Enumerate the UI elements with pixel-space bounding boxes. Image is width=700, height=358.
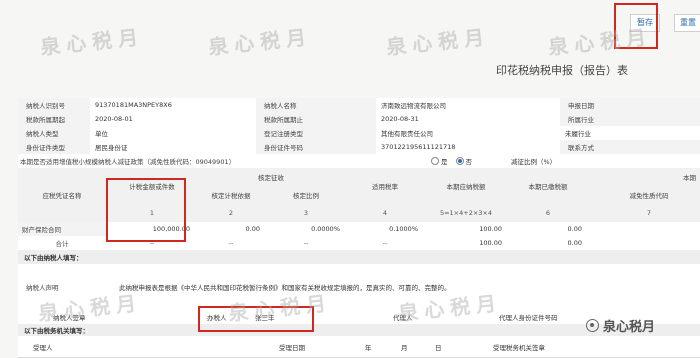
header-row-5: 本期是否适用增值税小规模纳税人减征政策（减免性质代码：09049901） 是 否… xyxy=(18,154,700,169)
period-start-value: 2020-08-01 xyxy=(95,115,133,123)
header-row-4: 身份证件类型 居民身份证 身份证件号码 370122195611121718 联… xyxy=(18,140,700,155)
col-voucher-name: 应税凭证名称 xyxy=(18,168,106,222)
header-row-2: 税款所属期起 2020-08-01 税款所属期止 2020-08-31 所属行业 xyxy=(18,112,700,127)
tax-office-row: 受理人 受理日期 年 月 日 受理税务机关签章 xyxy=(18,336,700,358)
reg-type-label: 登记注册类型 xyxy=(256,126,376,140)
total-rate: -- xyxy=(382,239,388,247)
period-end-value: 2020-08-31 xyxy=(381,115,419,123)
row-name: 财产保险合同 xyxy=(18,222,106,236)
contact-label: 联系方式 xyxy=(560,140,700,154)
col-num-3: 3 xyxy=(303,209,309,217)
col-assessed-basis: 核定计税依据 xyxy=(196,186,266,204)
watermark: 泉心税月 xyxy=(207,24,314,60)
header-row-3: 纳税人类型 单位 登记注册类型 其他有限责任公司 未履行业 xyxy=(18,126,700,141)
id-no-label: 身份证件号码 xyxy=(256,140,376,154)
wechat-icon xyxy=(586,319,599,332)
total-paid: 0.00 xyxy=(567,239,582,247)
header-row-1: 纳税人识别号 91370181MA3NPEY8X6 纳税人名称 济南致远物流有限… xyxy=(18,98,700,113)
report-date-label: 申报日期 xyxy=(560,98,700,112)
yes-label: 是 xyxy=(441,158,448,166)
col-num-7: 7 xyxy=(646,209,652,217)
col-num-6: 6 xyxy=(545,209,551,217)
highlight-taxable-amount-column xyxy=(106,178,186,242)
taxpayer-name-label: 纳税人名称 xyxy=(256,98,376,112)
reg-type-value: 其他有限责任公司 xyxy=(381,130,433,138)
month-label: 月 xyxy=(401,343,408,352)
taxpayer-type-value: 单位 xyxy=(95,130,108,138)
col-assessed: 核定征收 xyxy=(196,168,346,186)
no-label: 否 xyxy=(465,158,473,166)
assessed-ratio-value: 0.0000% xyxy=(311,225,340,233)
id-type-label: 身份证件类型 xyxy=(18,140,90,154)
year-label: 年 xyxy=(365,343,372,352)
small-scale-choice: 是 否 xyxy=(418,154,498,168)
col-num-4: 4 xyxy=(382,209,388,217)
radio-yes[interactable] xyxy=(431,157,439,165)
col-tax-payable: 本期应纳税额 xyxy=(424,168,508,204)
total-label: 合计 xyxy=(55,240,69,248)
id-type-value: 居民身份证 xyxy=(95,144,128,152)
col-num-5: 5=1×4+2×3×4 xyxy=(439,209,493,217)
period-end-label: 税款所属期止 xyxy=(256,112,376,126)
tax-payable-value: 100.00 xyxy=(479,225,502,233)
small-scale-label: 本期是否适用增值税小规模纳税人减征政策（减免性质代码：09049901） xyxy=(18,154,418,168)
assessed-basis-value[interactable]: 0.00 xyxy=(196,222,266,236)
watermark: 泉心税月 xyxy=(547,24,654,60)
taxpayer-name-value: 济南致远物流有限公司 xyxy=(381,102,446,110)
brand-name: 泉心税月 xyxy=(603,320,656,335)
brand: 泉心税月 xyxy=(586,316,655,335)
total-payable: 100.00 xyxy=(479,239,502,247)
watermark: 泉心税月 xyxy=(39,24,146,60)
receive-date-label: 受理日期 xyxy=(279,343,305,352)
col-exempt-code: 减免性质代码 xyxy=(598,186,700,204)
period-start-label: 税款所属期起 xyxy=(18,112,90,126)
watermark: 泉心税月 xyxy=(385,24,492,60)
radio-no[interactable] xyxy=(455,157,464,165)
industry-label: 所属行业 xyxy=(560,112,700,126)
day-label: 日 xyxy=(435,343,442,352)
tax-paid-value: 0.00 xyxy=(567,225,582,233)
col-current: 本期 xyxy=(588,168,700,186)
taxpayer-section-label: 以下由纳税人填写： xyxy=(18,250,700,264)
tax-rate-value: 0.1000% xyxy=(389,225,418,233)
taxpayer-section-title: 以下由纳税人填写： xyxy=(18,250,700,265)
total-ratio: -- xyxy=(303,239,309,247)
reset-button[interactable]: 重置 xyxy=(674,14,700,32)
form-title: 印花税纳税申报（报告）表 xyxy=(496,64,628,77)
total-basis: -- xyxy=(228,239,234,247)
col-num-2: 2 xyxy=(228,209,234,217)
col-tax-paid: 本期已缴税额 xyxy=(508,168,588,204)
col-assessed-ratio: 核定比例 xyxy=(266,186,346,204)
taxpayer-id-label: 纳税人识别号 xyxy=(18,98,90,112)
reduction-ratio-label: 减征比例（%） xyxy=(511,158,557,166)
taxpayer-id-value: 91370181MA3NPEY8X6 xyxy=(95,101,172,109)
col-tax-rate: 适用税率 xyxy=(346,168,424,204)
id-no-value: 370122195611121718 xyxy=(381,143,456,151)
receiver-label: 受理人 xyxy=(33,343,53,352)
office-seal-label: 受理税务机关签章 xyxy=(493,343,545,352)
taxpayer-type-label: 纳税人类型 xyxy=(18,126,90,140)
industry-value: 未履行业 xyxy=(565,130,591,138)
